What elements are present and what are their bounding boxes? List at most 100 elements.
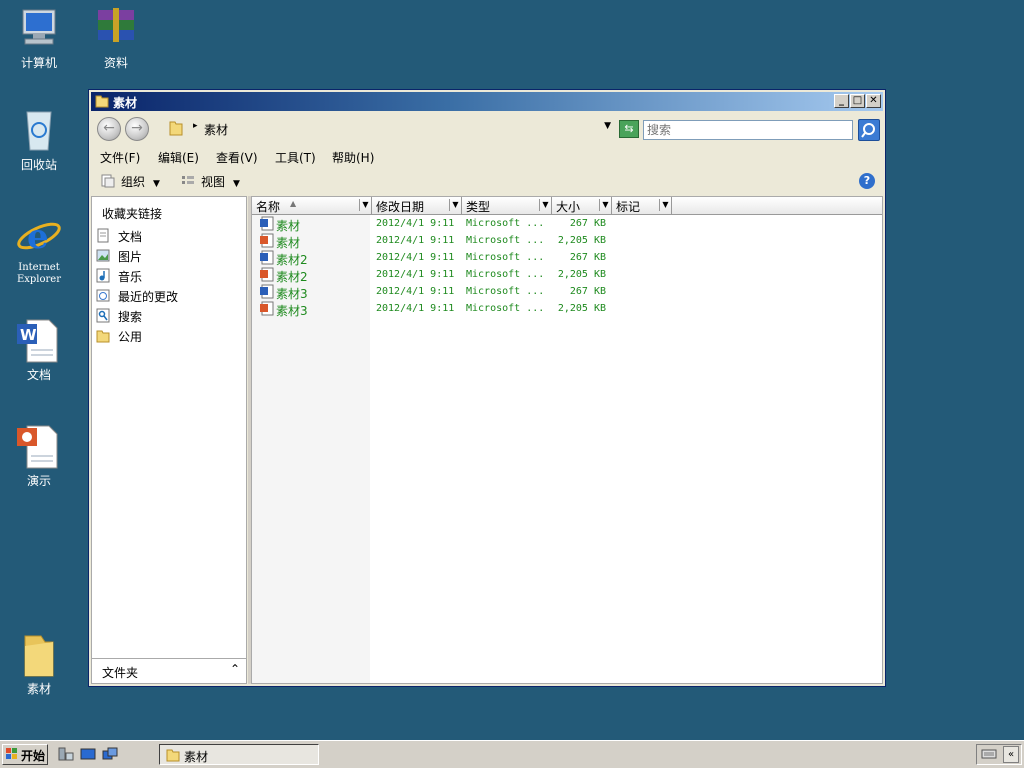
recycle-bin-icon	[15, 108, 63, 154]
notification-area: «	[976, 744, 1022, 765]
server-manager-icon[interactable]	[58, 747, 74, 761]
folder-icon	[169, 120, 183, 136]
column-header-name[interactable]: 名称 ▲ ▼	[252, 197, 372, 214]
column-filter-dropdown[interactable]: ▼	[539, 199, 551, 211]
desktop-icon-internet-explorer[interactable]: e Internet Explorer	[1, 212, 77, 286]
file-date: 2012/4/1 9:11	[376, 269, 455, 280]
desktop-icon-computer[interactable]: 计算机	[1, 6, 77, 70]
maximize-button[interactable]: □	[850, 94, 865, 108]
taskbar: 开始 素材 «	[0, 740, 1024, 768]
public-folder-icon	[96, 328, 110, 343]
explorer-window: 素材 _ □ ✕ ← → ▸ 素材 ▼ ⇆ 文件(F) 编辑(E) 查看(V) …	[88, 89, 886, 687]
forward-button[interactable]: →	[125, 117, 149, 141]
folder-icon	[15, 632, 63, 678]
file-size: 2,205 KB	[557, 235, 606, 246]
file-name: 素材3	[276, 304, 308, 318]
breadcrumb-separator-icon[interactable]: ▸	[193, 121, 198, 131]
file-size: 2,205 KB	[557, 303, 606, 314]
svg-text:e: e	[27, 217, 49, 257]
chevron-down-icon: ▼	[153, 179, 160, 189]
folder-icon	[166, 748, 180, 762]
desktop-icon-folder[interactable]: 素材	[1, 632, 77, 696]
word-file-icon	[260, 284, 274, 299]
desktop-icon-label: 资料	[103, 56, 128, 70]
file-size: 267 KB	[569, 218, 606, 229]
column-filter-dropdown[interactable]: ▼	[449, 199, 461, 211]
refresh-button[interactable]: ⇆	[619, 120, 639, 138]
documents-icon	[96, 228, 110, 243]
folders-toggle[interactable]: 文件夹 ⌃	[92, 658, 246, 683]
close-button[interactable]: ✕	[866, 94, 881, 108]
views-label: 视图	[201, 175, 226, 189]
show-desktop-icon[interactable]	[80, 747, 96, 761]
switch-windows-icon[interactable]	[102, 747, 118, 761]
file-type: Microsoft ...	[466, 286, 545, 297]
internet-explorer-icon: e	[15, 212, 63, 258]
search-box[interactable]	[643, 120, 853, 140]
address-bar[interactable]: ▸ 素材 ▼	[163, 118, 611, 139]
menu-file[interactable]: 文件(F)	[100, 149, 140, 166]
desktop-icon-word-doc[interactable]: W 文档	[1, 318, 77, 382]
chevron-up-icon: ⌃	[229, 662, 240, 676]
search-button[interactable]	[858, 119, 880, 141]
desktop-icon-label: Internet	[18, 262, 60, 273]
file-date: 2012/4/1 9:11	[376, 235, 455, 246]
search-folder-icon	[96, 308, 110, 323]
file-type: Microsoft ...	[466, 235, 545, 246]
menu-edit[interactable]: 编辑(E)	[158, 149, 199, 166]
file-row[interactable]: 素材2 2012/4/1 9:11 Microsoft ... 267 KB	[252, 249, 652, 267]
desktop-icon-label: 素材	[26, 682, 51, 696]
column-header-size[interactable]: 大小 ▼	[552, 197, 612, 214]
views-icon	[181, 174, 195, 188]
desktop-icon-recycle-bin[interactable]: 回收站	[1, 108, 77, 172]
menu-view[interactable]: 查看(V)	[216, 149, 258, 166]
file-type: Microsoft ...	[466, 218, 545, 229]
desktop-icon-label-line2: Explorer	[16, 274, 62, 285]
file-row[interactable]: 素材2 2012/4/1 9:11 Microsoft ... 2,205 KB	[252, 266, 652, 284]
help-icon[interactable]: ?	[859, 173, 875, 189]
address-dropdown-icon[interactable]: ▼	[604, 121, 611, 131]
taskbar-window-label: 素材	[184, 750, 209, 764]
menu-help[interactable]: 帮助(H)	[332, 149, 374, 166]
desktop-icon-label: 回收站	[20, 158, 57, 172]
column-filter-dropdown[interactable]: ▼	[659, 199, 671, 211]
file-type: Microsoft ...	[466, 269, 545, 280]
minimize-button[interactable]: _	[834, 94, 849, 108]
file-date: 2012/4/1 9:11	[376, 252, 455, 263]
file-row[interactable]: 素材3 2012/4/1 9:11 Microsoft ... 267 KB	[252, 283, 652, 301]
winrar-archive-icon	[92, 6, 140, 52]
column-filter-dropdown[interactable]: ▼	[599, 199, 611, 211]
computer-icon	[15, 6, 63, 52]
title-bar[interactable]: 素材 _ □ ✕	[91, 92, 883, 111]
menu-tools[interactable]: 工具(T)	[275, 149, 316, 166]
taskbar-window-button[interactable]: 素材	[159, 744, 319, 765]
file-row[interactable]: 素材3 2012/4/1 9:11 Microsoft ... 2,205 KB	[252, 300, 652, 318]
file-type: Microsoft ...	[466, 303, 545, 314]
desktop-icon-ppt-doc[interactable]: 演示	[1, 424, 77, 488]
word-document-icon: W	[15, 318, 63, 364]
keyboard-icon[interactable]	[981, 748, 997, 760]
search-input[interactable]	[644, 121, 840, 139]
back-button[interactable]: ←	[97, 117, 121, 141]
menu-bar: 文件(F) 编辑(E) 查看(V) 工具(T) 帮助(H)	[91, 146, 883, 166]
column-header-tags[interactable]: 标记 ▼	[612, 197, 672, 214]
column-filter-dropdown[interactable]: ▼	[359, 199, 371, 211]
organize-label: 组织	[121, 175, 146, 189]
file-row[interactable]: 素材 2012/4/1 9:11 Microsoft ... 267 KB	[252, 215, 652, 233]
file-row[interactable]: 素材 2012/4/1 9:11 Microsoft ... 2,205 KB	[252, 232, 652, 250]
powerpoint-document-icon	[15, 424, 63, 470]
window-title: 素材	[113, 96, 138, 110]
favorite-links-header: 收藏夹链接	[102, 207, 163, 221]
navigation-pane: 收藏夹链接 文档 图片 音乐 最近的更改 搜索 公用 文件夹 ⌃	[91, 196, 247, 684]
recent-changes-icon	[96, 288, 110, 303]
column-header-date[interactable]: 修改日期 ▼	[372, 197, 462, 214]
organize-button[interactable]: 组织 ▼	[101, 173, 160, 190]
file-size: 267 KB	[569, 286, 606, 297]
windows-logo-icon	[6, 748, 18, 760]
column-header-type[interactable]: 类型 ▼	[462, 197, 552, 214]
views-button[interactable]: 视图 ▼	[181, 173, 240, 190]
file-date: 2012/4/1 9:11	[376, 303, 455, 314]
desktop-icon-archive[interactable]: 资料	[78, 6, 154, 70]
start-button[interactable]: 开始	[2, 744, 48, 765]
chevron-left-icon[interactable]: «	[1003, 746, 1019, 763]
